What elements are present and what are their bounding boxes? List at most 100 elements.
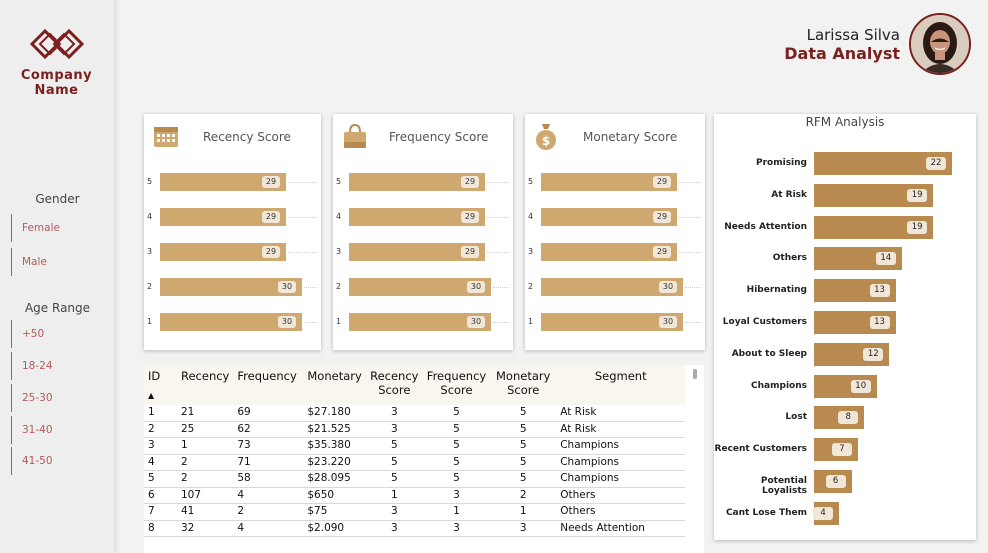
rfm-segment-value: 6 (825, 475, 846, 488)
rfm-segment-bar[interactable]: 22 (814, 152, 952, 175)
rfm-segment-bar[interactable]: 4 (813, 501, 840, 525)
rfm-segment-bar[interactable]: 13 (814, 279, 896, 303)
age-filter-50-plus[interactable]: +50 (11, 320, 101, 348)
rfm-segment-bar[interactable]: 7 (814, 438, 858, 462)
column-header-frequency[interactable]: Frequency (233, 365, 304, 405)
frequency-score-bar[interactable]: 30 (349, 313, 491, 331)
table-row[interactable]: 8 32 4 $2.090 3 3 3 Needs Attention (144, 520, 686, 537)
rfm-segment-value: 12 (863, 347, 884, 361)
monetary-score-row-label: 3 (528, 247, 534, 256)
rfm-segment-bar[interactable]: 13 (814, 311, 896, 334)
monetary-score-bar[interactable]: 30 (541, 313, 683, 331)
money-bag-icon: $ (536, 124, 556, 150)
frequency-score-bar-value: 29 (461, 176, 479, 188)
table-cell: 2 (233, 503, 304, 521)
column-header-recency-score[interactable]: Recency Score (365, 365, 423, 405)
table-cell: $75 (303, 503, 366, 521)
age-filter-31-40[interactable]: 31-40 (11, 416, 101, 444)
column-header-monetary-score[interactable]: Monetary Score (490, 365, 557, 405)
monetary-score-bar[interactable]: 29 (541, 243, 677, 261)
svg-text:$: $ (542, 134, 550, 148)
monetary-score-bar[interactable]: 29 (541, 173, 677, 191)
shopping-bag-icon (344, 123, 366, 148)
recency-score-bar[interactable]: 30 (160, 313, 302, 331)
table-cell: 21 (177, 405, 234, 422)
frequency-score-bar-value: 29 (461, 211, 479, 223)
table-row[interactable]: 6 107 4 $650 1 3 2 Others (144, 487, 686, 504)
table-cell: 1 (490, 503, 557, 521)
rfm-segment-label: Promising (756, 158, 807, 168)
rfm-segment-bar[interactable]: 8 (814, 406, 865, 430)
table-row[interactable]: 1 21 69 $27.180 3 5 5 At Risk (144, 405, 686, 422)
table-scrollbar[interactable] (693, 369, 697, 379)
column-header-frequency-score[interactable]: Frequency Score (422, 365, 491, 405)
monetary-score-bar[interactable]: 30 (541, 278, 683, 296)
column-header-monetary[interactable]: Monetary (303, 365, 366, 405)
table-cell: 71 (233, 454, 304, 471)
rfm-segment-bar[interactable]: 10 (814, 374, 877, 398)
column-header-segment[interactable]: Segment (556, 365, 686, 405)
recency-score-bar[interactable]: 29 (160, 173, 286, 191)
rfm-segment-bar[interactable]: 6 (814, 470, 852, 493)
table-cell: 62 (233, 421, 304, 438)
monetary-score-row-label: 1 (528, 317, 534, 326)
frequency-score-bar[interactable]: 29 (349, 243, 485, 261)
age-filter-25-30[interactable]: 25-30 (11, 384, 101, 412)
rfm-segment-value: 13 (869, 316, 890, 329)
frequency-score-bar[interactable]: 30 (349, 278, 491, 296)
table-header-row: ID ▲ Recency Frequency Monetary Recency … (144, 365, 686, 405)
table-cell: 69 (233, 405, 304, 422)
table-row[interactable]: 2 25 62 $21.525 3 5 5 At Risk (144, 421, 686, 438)
monetary-score-gridline (685, 287, 701, 288)
gender-filter-male[interactable]: Male (11, 248, 101, 276)
table-cell: 5 (490, 454, 557, 471)
table-cell: $23.220 (303, 454, 366, 471)
table-cell: 1 (144, 405, 177, 422)
column-header-id[interactable]: ID ▲ (144, 365, 177, 405)
recency-score-gridline (288, 182, 317, 183)
recency-score-row-label: 5 (147, 177, 153, 186)
gender-filter-female[interactable]: Female (11, 214, 101, 242)
table-cell: 5 (422, 405, 491, 422)
monetary-score-gridline (679, 217, 701, 218)
table-cell: $27.180 (303, 405, 366, 422)
table-cell: 5 (365, 437, 423, 455)
rfm-segment-value: 13 (869, 284, 890, 298)
table-cell: Others (556, 487, 686, 504)
monetary-score-bar-value: 29 (653, 246, 671, 258)
frequency-score-gridline (487, 182, 509, 183)
rfm-segment-label: Others (772, 253, 807, 264)
sidebar: Company Name Gender Female Male Age Rang… (0, 0, 115, 553)
column-header-recency[interactable]: Recency (177, 365, 234, 405)
table-row[interactable]: 4 2 71 $23.220 5 5 5 Champions (144, 454, 686, 471)
rfm-segment-bar[interactable]: 12 (814, 342, 890, 366)
monetary-score-bar[interactable]: 29 (541, 208, 677, 226)
recency-score-bar[interactable]: 29 (160, 208, 286, 226)
rfm-segment-label: Cant Lose Them (725, 507, 807, 518)
monetary-score-bar-value: 30 (659, 281, 677, 293)
table-cell: Others (556, 503, 686, 521)
table-row[interactable]: 3 1 73 $35.380 5 5 5 Champions (144, 437, 686, 455)
table-row[interactable]: 7 41 2 $75 3 1 1 Others (144, 503, 686, 521)
recency-score-row-label: 4 (147, 212, 153, 221)
recency-score-bar-value: 30 (278, 316, 296, 328)
frequency-score-gridline (493, 287, 509, 288)
table-cell: 4 (233, 487, 304, 504)
sort-ascending-icon[interactable]: ▲ (148, 389, 173, 403)
table-row[interactable]: 5 2 58 $28.095 5 5 5 Champions (144, 470, 686, 488)
recency-score-bar[interactable]: 30 (160, 278, 302, 296)
recency-score-bar[interactable]: 29 (160, 243, 286, 261)
frequency-score-row-label: 4 (336, 212, 342, 221)
frequency-score-bar[interactable]: 29 (349, 208, 485, 226)
rfm-segment-bar[interactable]: 19 (814, 183, 934, 207)
frequency-score-row-label: 1 (336, 317, 342, 326)
age-filter-18-24[interactable]: 18-24 (11, 352, 101, 380)
company-name-line1: Company (20, 68, 93, 83)
table-cell: 5 (422, 421, 491, 438)
rfm-segment-bar[interactable]: 14 (814, 247, 902, 271)
frequency-score-bar[interactable]: 29 (349, 173, 485, 191)
table-cell: 5 (490, 421, 557, 438)
table-cell: 2 (177, 470, 234, 488)
age-filter-41-50[interactable]: 41-50 (11, 447, 101, 475)
rfm-segment-bar[interactable]: 19 (814, 215, 934, 239)
